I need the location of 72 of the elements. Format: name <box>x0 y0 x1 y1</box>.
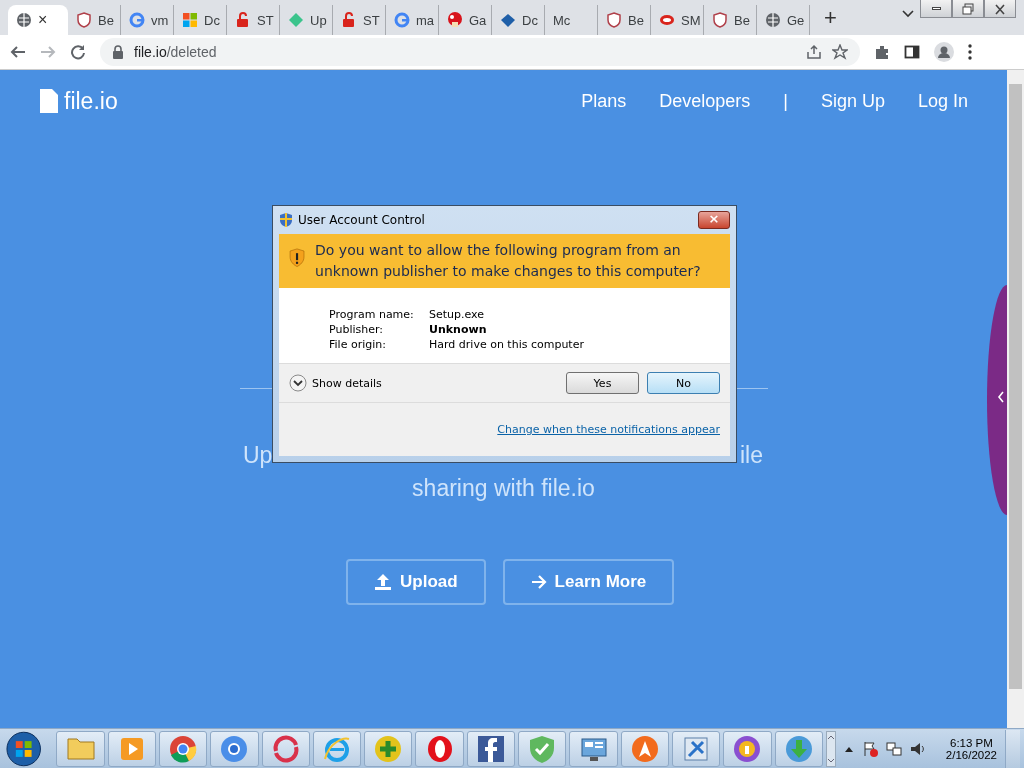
close-button[interactable] <box>984 0 1016 18</box>
taskbar-button[interactable] <box>210 730 259 767</box>
chevron-left-icon[interactable] <box>997 391 1005 403</box>
back-icon[interactable] <box>10 44 26 60</box>
url-text: file.io/deleted <box>134 44 217 60</box>
lock-icon <box>341 12 357 28</box>
field-label: File origin: <box>329 338 387 351</box>
field-value: Hard drive on this computer <box>429 338 585 351</box>
hero-text: sharing with file.io <box>411 475 596 502</box>
start-button[interactable] <box>4 729 44 768</box>
dialog-title: User Account Control <box>298 213 425 227</box>
side-panel-icon[interactable] <box>904 44 920 60</box>
reload-icon[interactable] <box>70 44 86 60</box>
diamond-icon <box>500 12 516 28</box>
field-value: Unknown <box>429 323 488 336</box>
taskbar-button[interactable] <box>671 730 721 767</box>
close-icon[interactable]: × <box>38 11 48 29</box>
profile-icon[interactable] <box>934 42 954 62</box>
taskbar-button[interactable] <box>364 730 413 767</box>
upload-icon <box>374 573 392 591</box>
settings-link[interactable]: Change when these notifications appear <box>497 423 720 436</box>
shield-icon <box>606 12 622 28</box>
globe-icon <box>765 12 781 28</box>
network-icon[interactable] <box>885 740 902 757</box>
share-icon[interactable] <box>806 44 822 60</box>
arrow-right-icon <box>530 574 547 590</box>
menu-icon[interactable] <box>968 44 972 60</box>
leaf-icon <box>288 12 304 28</box>
minimize-icon <box>931 7 941 10</box>
hero-text: ile <box>740 442 763 469</box>
field-label: Program name: <box>329 308 415 321</box>
document-icon <box>40 89 58 113</box>
scrollbar-icon[interactable] <box>825 730 836 767</box>
star-icon[interactable] <box>832 44 848 60</box>
minimize-button[interactable] <box>920 0 952 18</box>
taskbar-button[interactable] <box>415 730 464 767</box>
taskbar-button[interactable] <box>159 730 208 767</box>
field-value: Setup.exe <box>429 308 486 321</box>
dialog-button[interactable]: Yes <box>566 372 639 394</box>
shield-icon <box>76 12 92 28</box>
warning-question: Do you want to allow the following program from an unknown publisher to make changes to this computer? <box>315 241 702 281</box>
taskbar-button[interactable] <box>569 730 618 767</box>
shield-icon <box>712 12 728 28</box>
new-tab-button[interactable]: + <box>820 4 841 31</box>
google-icon <box>394 12 410 28</box>
expand-icon[interactable] <box>289 374 307 392</box>
show-details-link[interactable]: Show details <box>312 376 382 390</box>
windows-icon <box>182 12 198 28</box>
globe-icon <box>16 12 32 28</box>
shield-icon <box>279 212 293 228</box>
taskbar-button[interactable] <box>620 730 669 767</box>
lock-icon <box>112 45 124 59</box>
taskbar-button[interactable] <box>723 730 772 767</box>
dialog-button[interactable]: No <box>647 372 720 394</box>
clock-time[interactable]: 6:13 PM <box>950 736 993 749</box>
restore-icon <box>960 1 976 16</box>
hero-text: Up <box>243 442 273 469</box>
taskbar-button[interactable] <box>466 730 516 767</box>
lock-icon <box>235 12 251 28</box>
volume-icon[interactable] <box>909 740 926 757</box>
flag-icon[interactable] <box>861 740 878 757</box>
google-icon <box>129 12 145 28</box>
pill-icon <box>659 12 675 28</box>
browser-tab[interactable]: × <box>8 5 68 35</box>
extensions-icon[interactable] <box>874 44 890 60</box>
mushroom-icon <box>447 12 463 28</box>
chevron-down-icon[interactable] <box>902 10 914 18</box>
scrollbar[interactable] <box>1007 70 1024 728</box>
field-label: Publisher: <box>329 323 384 336</box>
taskbar-button[interactable] <box>261 730 310 767</box>
address-bar[interactable]: file.io/deleted <box>100 38 860 66</box>
clock-date[interactable]: 2/16/2022 <box>945 748 998 761</box>
